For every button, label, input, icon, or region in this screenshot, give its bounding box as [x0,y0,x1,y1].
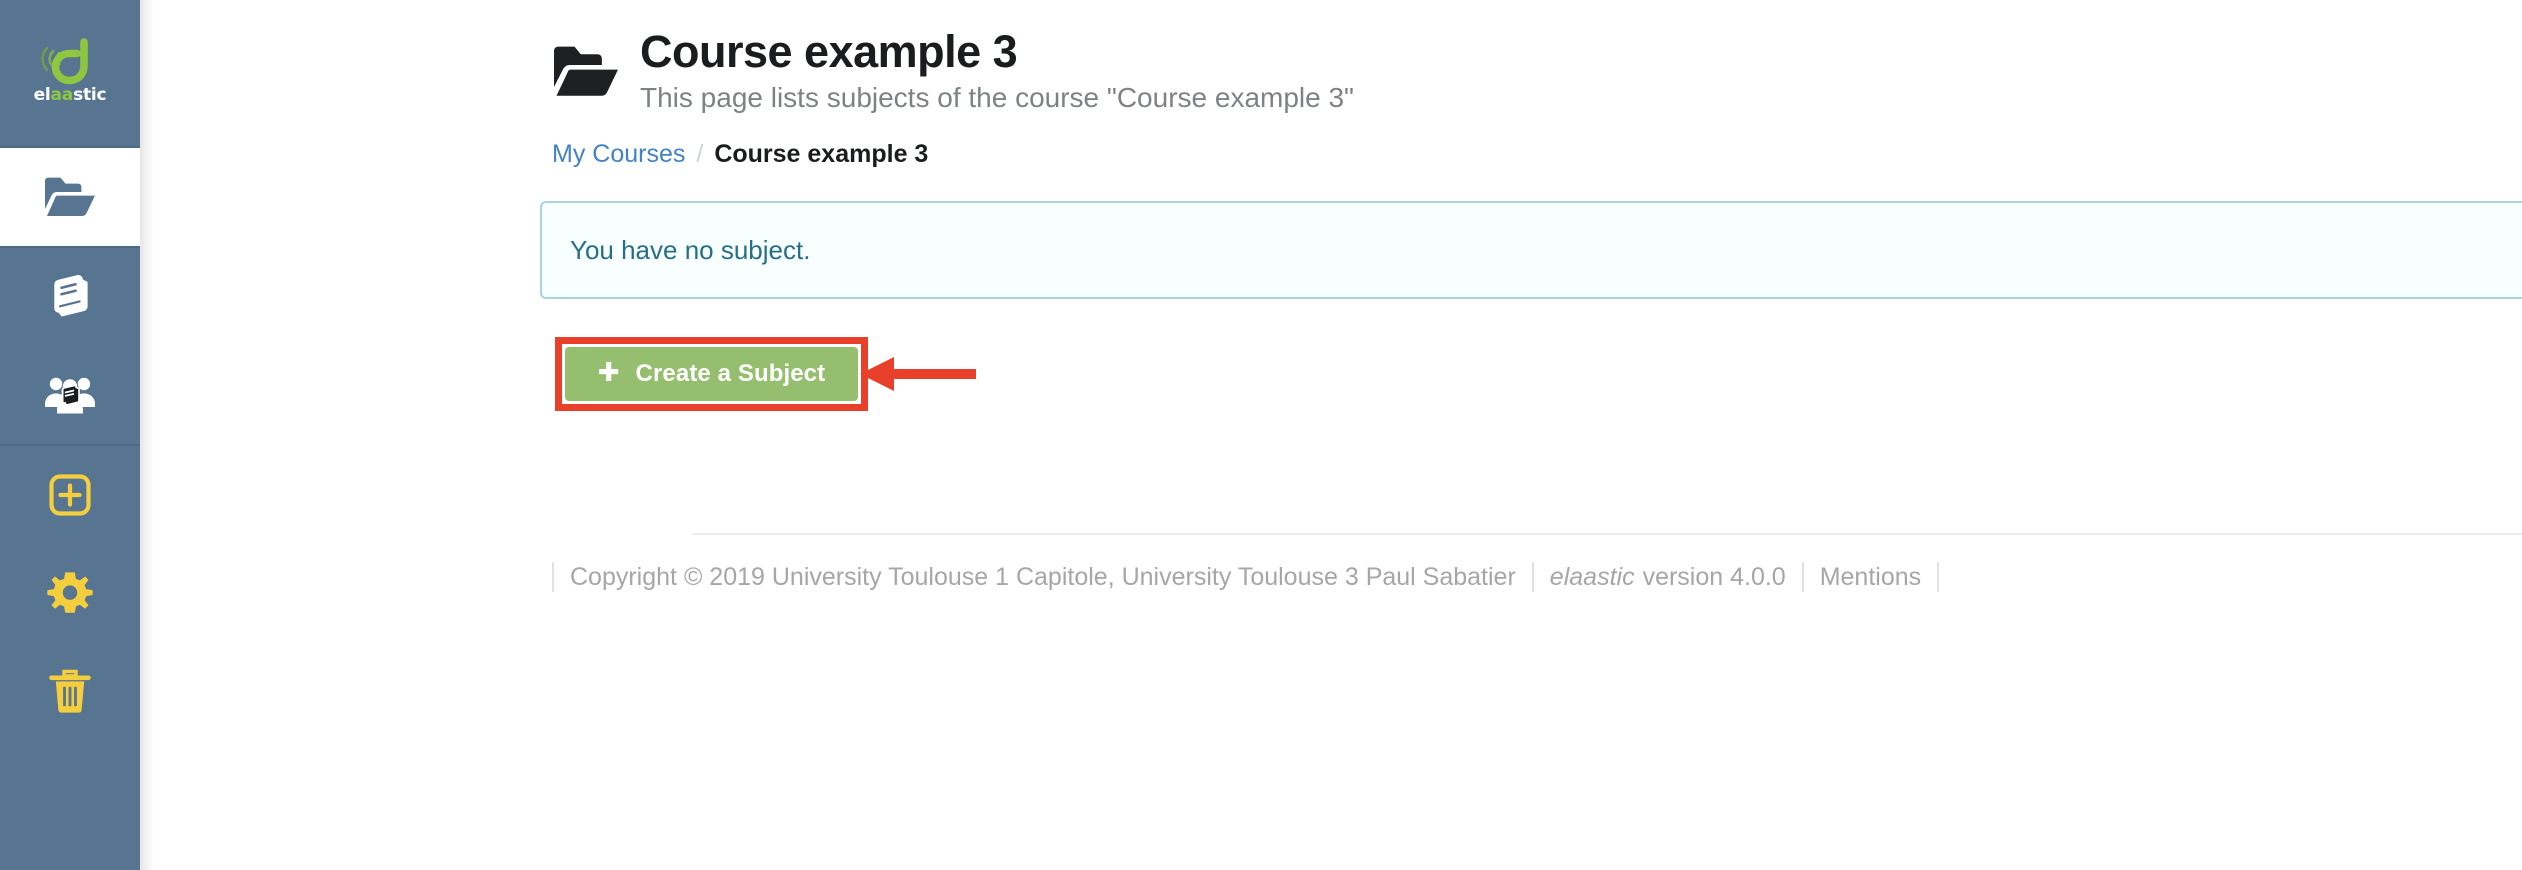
folder-open-icon [552,43,620,104]
sidebar-item-trash[interactable] [0,642,140,740]
footer-brand: elaastic [1549,562,1635,591]
sidebar-logo-wordmark: elaastic [33,85,107,105]
page-subtitle: This page lists subjects of the course "… [640,81,1354,113]
sidebar-item-courses[interactable] [0,148,140,246]
sidebar-item-create[interactable] [0,446,140,544]
footer-version: version 4.0.0 [1642,562,1786,591]
sidebar-item-settings[interactable] [0,544,140,642]
plus-square-icon [47,472,93,518]
footer: Copyright © 2019 University Toulouse 1 C… [552,562,1955,592]
folder-open-icon [43,175,97,219]
action-row: ✚ Create a Subject [540,336,2522,421]
book-icon [46,273,94,321]
create-subject-button[interactable]: ✚ Create a Subject [565,346,858,401]
footer-separator-1 [552,562,554,592]
breadcrumb-separator: / [696,139,704,168]
elaastic-logo-icon [41,38,88,85]
gear-icon [46,569,94,617]
annotation-arrow-left-icon [858,350,978,398]
info-alert: You have no subject. [540,200,2522,299]
sidebar: elaastic [0,0,140,870]
footer-copyright: Copyright © 2019 University Toulouse 1 C… [570,562,1516,591]
create-subject-button-label: Create a Subject [635,359,826,387]
sidebar-item-groups[interactable] [0,346,140,444]
footer-divider [692,533,2522,535]
page-header: Course example 3 This page lists subject… [140,0,2522,115]
footer-separator-2 [1531,562,1534,592]
users-book-icon [43,373,97,417]
breadcrumb: My Courses / Course example 3 [552,139,2522,168]
sidebar-logo[interactable]: elaastic [0,0,140,148]
footer-separator-3 [1801,562,1804,592]
breadcrumb-current: Course example 3 [714,139,929,168]
main-content: Course example 3 This page lists subject… [140,0,2522,870]
info-alert-message: You have no subject. [570,234,811,265]
footer-link-mentions[interactable]: Mentions [1820,564,1921,590]
trash-icon [48,667,92,715]
app-window: elaastic Course example 3 This page list… [0,0,2522,870]
page-title: Course example 3 [640,26,1018,77]
footer-separator-4 [1937,562,1940,592]
content-shadow-edge [140,0,154,870]
sidebar-item-subjects[interactable] [0,248,140,346]
breadcrumb-link-my-courses[interactable]: My Courses [552,141,685,167]
plus-icon: ✚ [597,358,620,389]
